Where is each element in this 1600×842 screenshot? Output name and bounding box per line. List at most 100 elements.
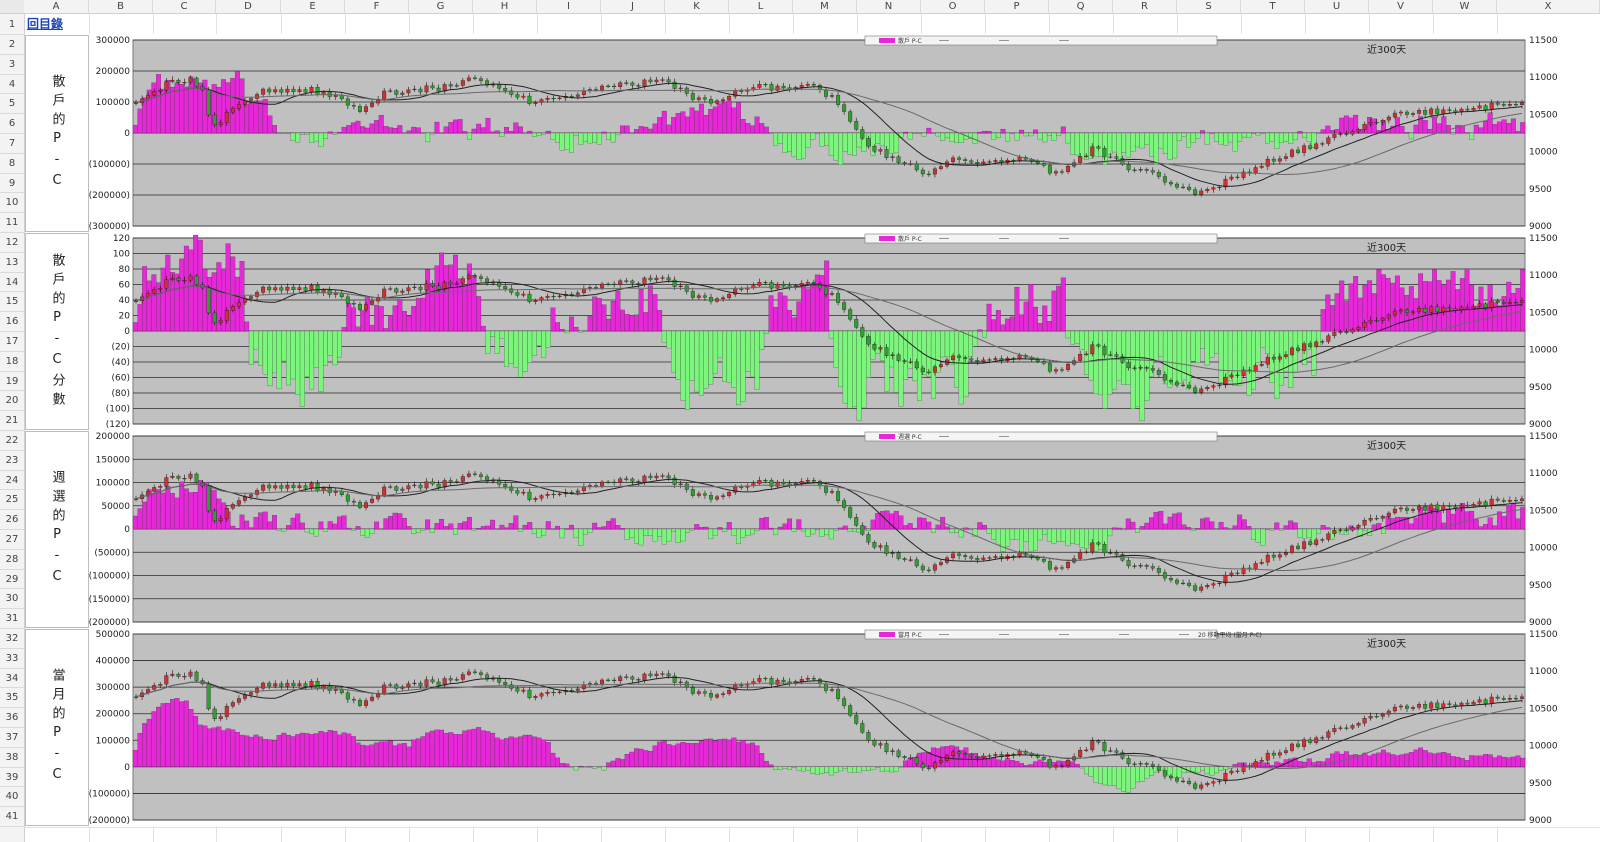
column-header-b[interactable]: B bbox=[89, 0, 153, 13]
column-header-m[interactable]: M bbox=[793, 0, 857, 13]
row-header-15[interactable]: 15 bbox=[0, 292, 24, 313]
row-header-12[interactable]: 12 bbox=[0, 233, 24, 253]
row-header-7[interactable]: 7 bbox=[0, 134, 24, 154]
bar-positive bbox=[309, 734, 315, 767]
row-header-40[interactable]: 40 bbox=[0, 787, 24, 808]
row-header-35[interactable]: 35 bbox=[0, 688, 24, 709]
candlestick bbox=[1078, 354, 1083, 361]
row-header-38[interactable]: 38 bbox=[0, 748, 24, 768]
bar-negative bbox=[578, 528, 584, 546]
row-header-1[interactable]: 1 bbox=[0, 14, 24, 35]
row-label-weekly-pc: 週選的P-C bbox=[25, 431, 89, 628]
row-header-24[interactable]: 24 bbox=[0, 471, 24, 491]
column-header-g[interactable]: G bbox=[409, 0, 473, 13]
chart-weekly-pc[interactable]: 200000 150000 100000 50000 0 (50000) (100000)(… bbox=[89, 430, 1600, 628]
column-header-i[interactable]: I bbox=[537, 0, 601, 13]
row-header-19[interactable]: 19 bbox=[0, 372, 24, 392]
y-left-tick-label: 150000 bbox=[96, 455, 131, 465]
column-header-e[interactable]: E bbox=[281, 0, 345, 13]
row-header-13[interactable]: 13 bbox=[0, 253, 24, 273]
column-header-c[interactable]: C bbox=[153, 0, 216, 13]
chart-retail-pc-score[interactable]: 120 100 80 60 40 20 0 (20) (40) (60) (80) (100) (120… bbox=[89, 232, 1600, 430]
row-header-10[interactable]: 10 bbox=[0, 193, 24, 214]
candlestick bbox=[1126, 758, 1131, 765]
row-header-16[interactable]: 16 bbox=[0, 312, 24, 332]
bar-positive bbox=[754, 745, 760, 767]
bar-negative bbox=[768, 132, 774, 134]
row-header-32[interactable]: 32 bbox=[0, 629, 24, 649]
row-header-23[interactable]: 23 bbox=[0, 451, 24, 471]
bar-positive bbox=[777, 526, 783, 530]
bar-positive bbox=[211, 727, 217, 767]
column-header-l[interactable]: L bbox=[729, 0, 793, 13]
row-header-4[interactable]: 4 bbox=[0, 75, 24, 95]
column-header-r[interactable]: R bbox=[1113, 0, 1177, 13]
column-header-v[interactable]: V bbox=[1369, 0, 1433, 13]
candlestick bbox=[932, 366, 937, 373]
row-header-34[interactable]: 34 bbox=[0, 669, 24, 689]
toc-link[interactable]: 回目錄 bbox=[27, 15, 63, 32]
row-header-6[interactable]: 6 bbox=[0, 114, 24, 134]
candlestick bbox=[364, 304, 368, 310]
row-header-39[interactable]: 39 bbox=[0, 768, 24, 788]
column-header-u[interactable]: U bbox=[1305, 0, 1369, 13]
row-header-2[interactable]: 2 bbox=[0, 35, 24, 55]
column-header-q[interactable]: Q bbox=[1049, 0, 1113, 13]
candlestick bbox=[1489, 102, 1494, 110]
bar-positive bbox=[1464, 132, 1470, 134]
bar-positive bbox=[633, 129, 639, 134]
column-header-t[interactable]: T bbox=[1241, 0, 1305, 13]
row-header-11[interactable]: 11 bbox=[0, 213, 24, 233]
candlestick bbox=[1156, 568, 1161, 573]
column-header-s[interactable]: S bbox=[1177, 0, 1241, 13]
row-header-33[interactable]: 33 bbox=[0, 649, 24, 669]
row-header-29[interactable]: 29 bbox=[0, 570, 24, 590]
candlestick bbox=[1386, 116, 1391, 121]
row-header-21[interactable]: 21 bbox=[0, 411, 24, 431]
column-header-a[interactable]: A bbox=[24, 0, 89, 13]
row-header-3[interactable]: 3 bbox=[0, 55, 24, 75]
column-header-x[interactable]: X bbox=[1497, 0, 1600, 13]
column-header-f[interactable]: F bbox=[345, 0, 409, 13]
column-header-n[interactable]: N bbox=[857, 0, 921, 13]
candlestick bbox=[1066, 759, 1071, 766]
column-header-j[interactable]: J bbox=[601, 0, 665, 13]
bar-negative bbox=[369, 528, 375, 535]
row-header-37[interactable]: 37 bbox=[0, 728, 24, 748]
candlestick bbox=[920, 367, 925, 373]
row-header-26[interactable]: 26 bbox=[0, 510, 24, 530]
row-header-9[interactable]: 9 bbox=[0, 174, 24, 194]
bar-positive bbox=[749, 125, 755, 134]
candlestick bbox=[1187, 582, 1192, 586]
column-header-h[interactable]: H bbox=[473, 0, 537, 13]
row-header-25[interactable]: 25 bbox=[0, 490, 24, 511]
column-header-k[interactable]: K bbox=[665, 0, 729, 13]
column-header-d[interactable]: D bbox=[216, 0, 281, 13]
candlestick bbox=[1435, 108, 1440, 115]
column-header-o[interactable]: O bbox=[921, 0, 985, 13]
chart-retail-pc[interactable]: 300000 200000 100000 0 (100000) (200000) (3000… bbox=[89, 34, 1600, 232]
row-header-5[interactable]: 5 bbox=[0, 94, 24, 115]
candlestick bbox=[1368, 518, 1373, 521]
row-header-22[interactable]: 22 bbox=[0, 431, 24, 451]
row-header-31[interactable]: 31 bbox=[0, 609, 24, 629]
bar-positive bbox=[717, 739, 723, 767]
y-left-tick-label: (200000) bbox=[89, 618, 130, 628]
row-header-36[interactable]: 36 bbox=[0, 708, 24, 728]
column-header-w[interactable]: W bbox=[1433, 0, 1497, 13]
chart-monthly-pc[interactable]: 500000 400000 300000 200000 100000 0 (100000)(… bbox=[89, 628, 1600, 826]
row-header-18[interactable]: 18 bbox=[0, 352, 24, 372]
row-header-28[interactable]: 28 bbox=[0, 550, 24, 570]
candlestick bbox=[842, 698, 847, 706]
candlestick bbox=[430, 679, 435, 683]
row-header-41[interactable]: 41 bbox=[0, 807, 24, 827]
row-header-14[interactable]: 14 bbox=[0, 273, 24, 293]
row-header-27[interactable]: 27 bbox=[0, 530, 24, 550]
column-header-p[interactable]: P bbox=[985, 0, 1049, 13]
row-header-30[interactable]: 30 bbox=[0, 589, 24, 610]
row-header-20[interactable]: 20 bbox=[0, 391, 24, 412]
select-all-corner[interactable] bbox=[0, 0, 25, 14]
bar-negative bbox=[833, 132, 839, 161]
row-header-8[interactable]: 8 bbox=[0, 154, 24, 174]
row-header-17[interactable]: 17 bbox=[0, 332, 24, 352]
